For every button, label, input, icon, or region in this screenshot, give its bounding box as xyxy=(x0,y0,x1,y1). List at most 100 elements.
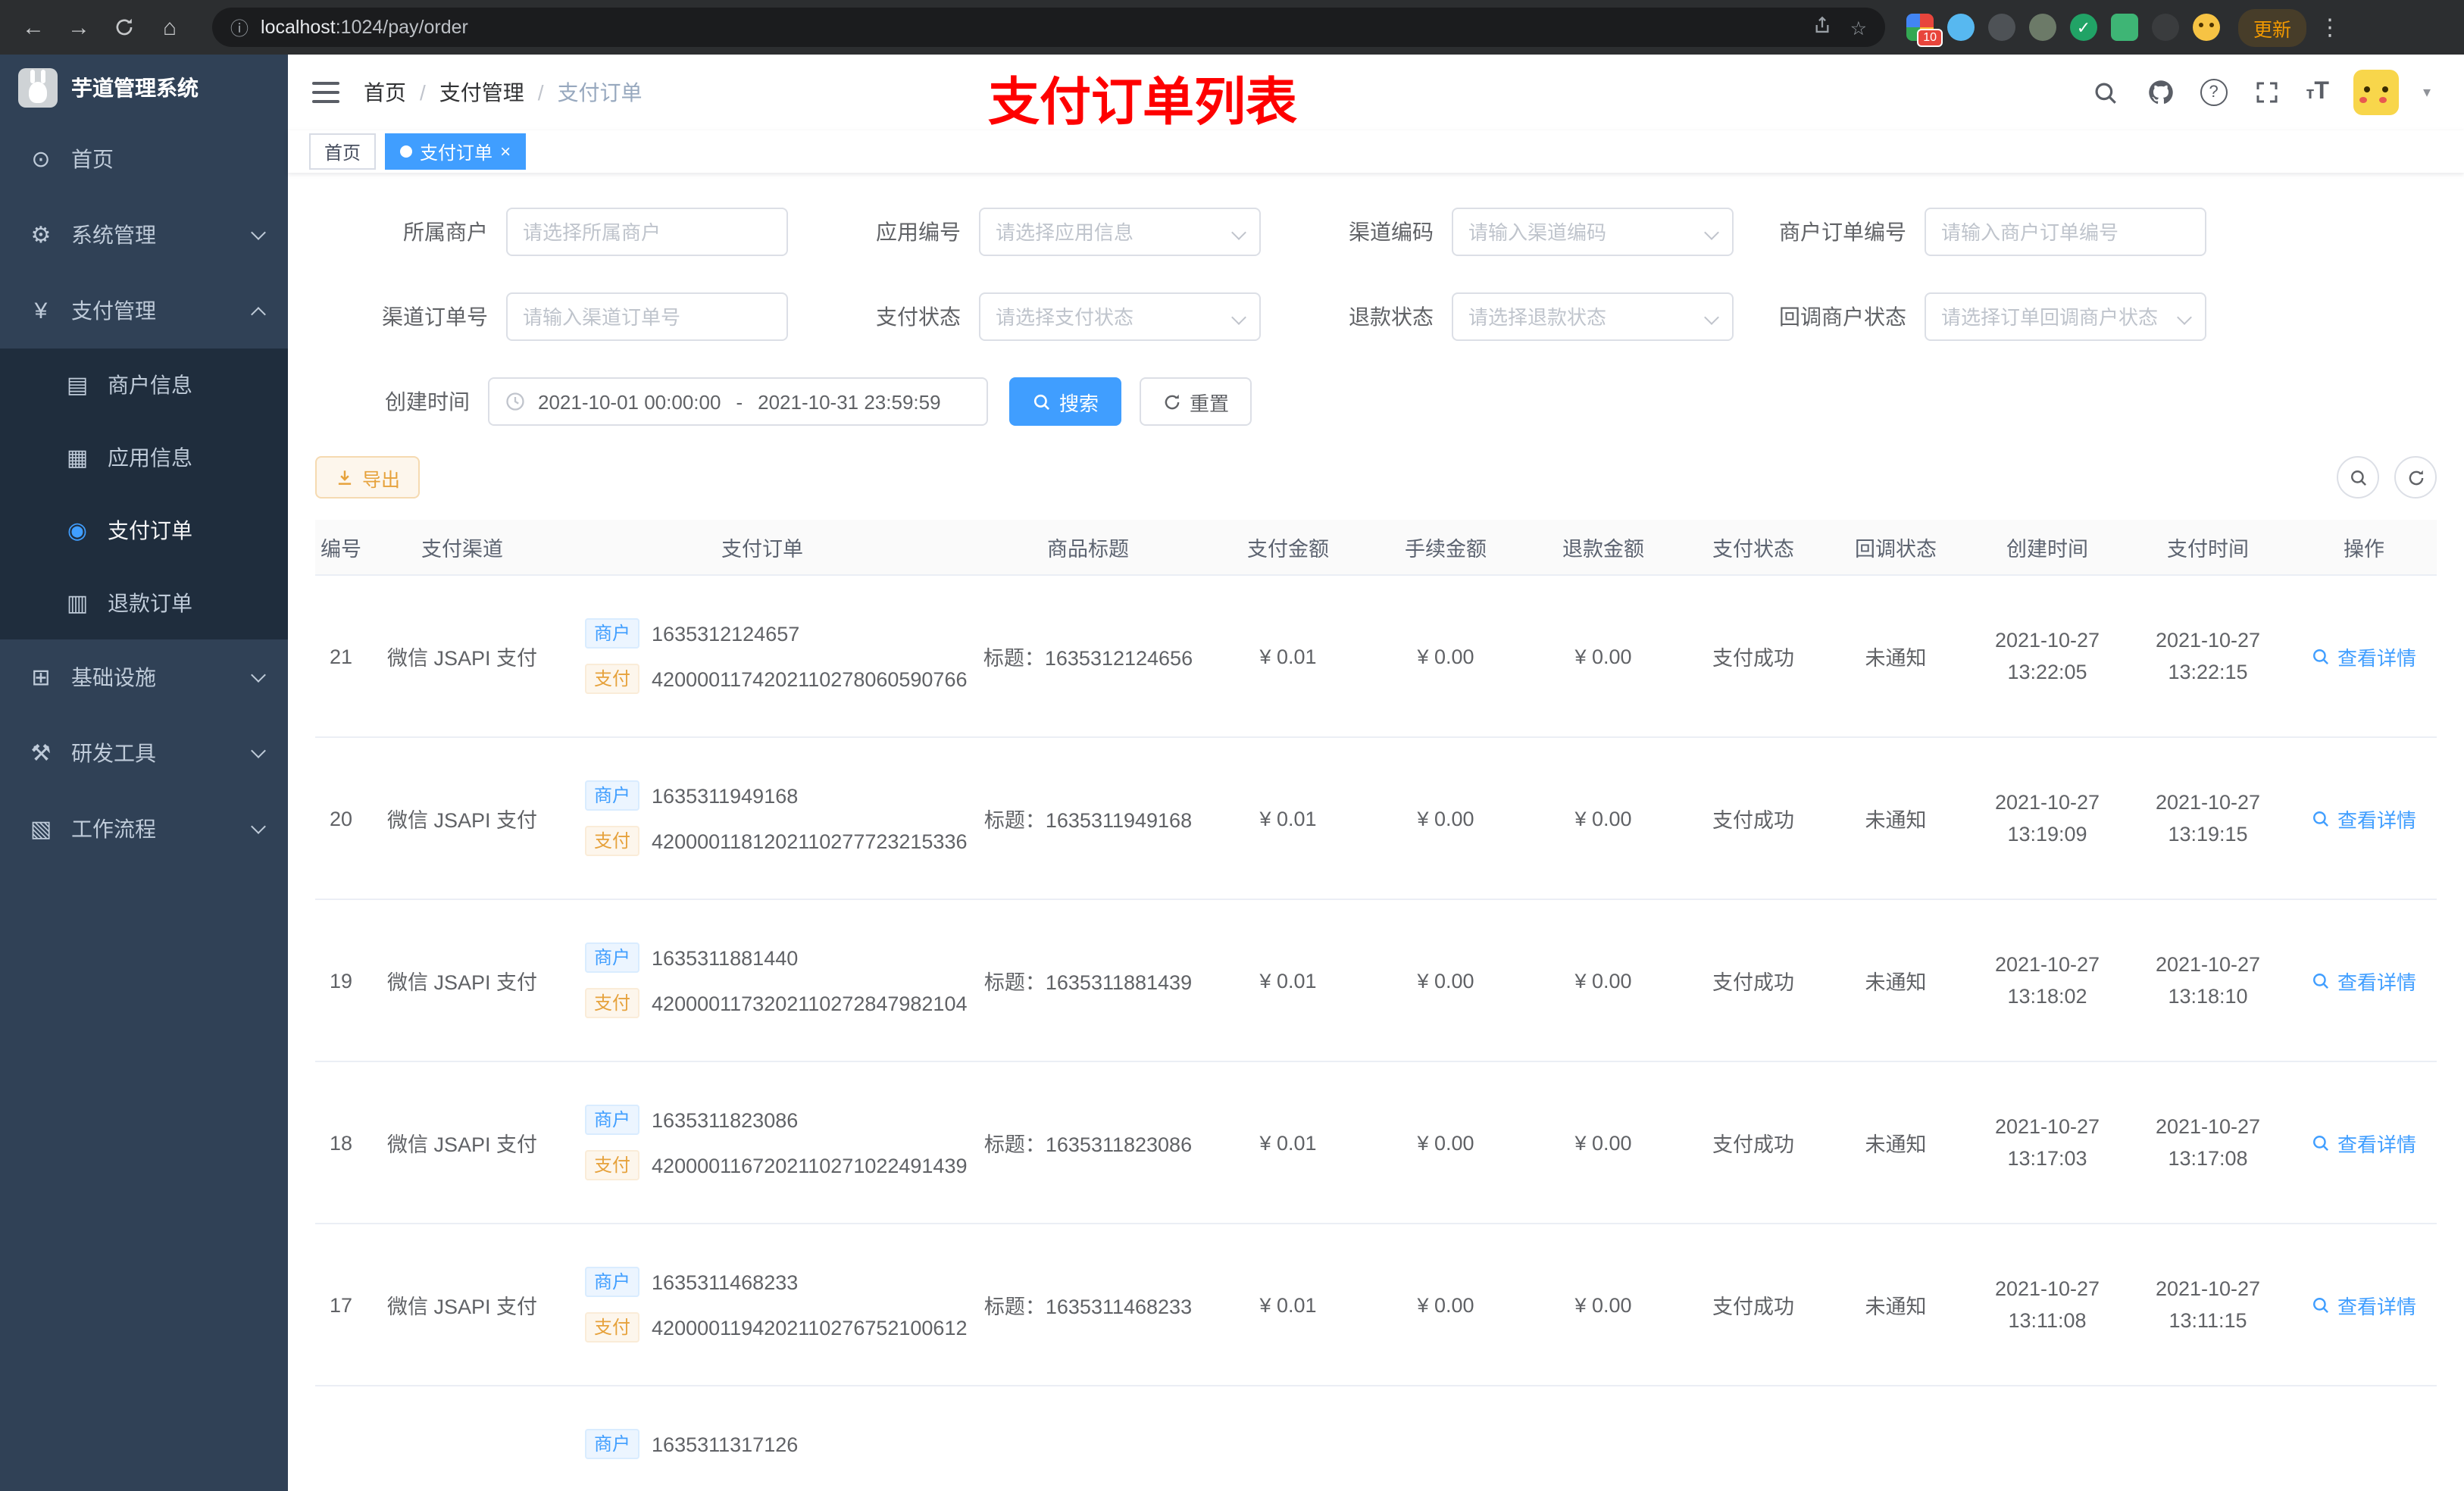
refund-status-select[interactable] xyxy=(1453,294,1732,339)
view-detail-link[interactable]: 查看详情 xyxy=(2312,804,2416,833)
fullscreen-icon[interactable] xyxy=(2252,77,2282,108)
browser-menu-icon[interactable]: ⋮ xyxy=(2319,14,2341,41)
refresh-table-button[interactable] xyxy=(2394,456,2437,499)
github-icon[interactable] xyxy=(2146,77,2176,108)
browser-back-icon[interactable]: ← xyxy=(15,9,52,45)
magnifier-icon xyxy=(2313,973,2329,988)
merchant-order-no: 1635311949168 xyxy=(652,784,799,807)
download-icon xyxy=(338,470,352,484)
cell-order: 商户 1635312124657 支付 42000011742021102780… xyxy=(558,575,967,738)
view-detail-link[interactable]: 查看详情 xyxy=(2312,1290,2416,1319)
channel-code-select[interactable] xyxy=(1453,209,1732,255)
search-icon[interactable] xyxy=(2091,77,2122,108)
help-icon[interactable]: ? xyxy=(2200,79,2228,106)
cell-notify-status: 未通知 xyxy=(1825,737,1967,900)
cell-order: 商户 1635311823086 支付 42000011672021102710… xyxy=(558,1061,967,1224)
merchant-order-no-input[interactable] xyxy=(1926,209,2205,255)
tools-icon: ⚒ xyxy=(30,741,52,767)
view-detail-link[interactable]: 查看详情 xyxy=(2312,642,2416,670)
payment-submenu: ▤ 商户信息 ▦ 应用信息 ◉ 支付订单 ▥ 退款订单 xyxy=(0,349,288,639)
extension-bird-icon[interactable] xyxy=(2152,14,2179,41)
cell-order: 商户 1635311949168 支付 42000011812021102777… xyxy=(558,737,967,900)
extension-grid-icon[interactable]: 10 xyxy=(1906,14,1943,47)
search-button[interactable]: 搜索 xyxy=(1009,377,1122,426)
share-icon[interactable] xyxy=(1812,15,1832,39)
cell-pay-amount: ¥ 0.01 xyxy=(1209,737,1367,900)
orders-table: 编号 支付渠道 支付订单 商品标题 支付金额 手续金额 退款金额 支付状态 回调… xyxy=(315,520,2437,1491)
date-end: 2021-10-31 23:59:59 xyxy=(758,390,941,413)
extensions-area: 10 ✓ xyxy=(1906,14,2220,47)
gear-icon: ⚙ xyxy=(30,223,52,248)
sidebar-item-pay-order[interactable]: ◉ 支付订单 xyxy=(0,494,288,567)
browser-forward-icon[interactable]: → xyxy=(61,9,97,45)
table-header-row: 编号 支付渠道 支付订单 商品标题 支付金额 手续金额 退款金额 支付状态 回调… xyxy=(315,520,2437,576)
clock-icon xyxy=(506,392,524,411)
extension-blue-icon[interactable] xyxy=(1947,14,1975,41)
browser-profile-avatar[interactable] xyxy=(2193,14,2220,41)
merchant-order-no: 1635311468233 xyxy=(652,1271,799,1293)
toggle-search-button[interactable] xyxy=(2337,456,2379,499)
tag-pay-order[interactable]: 支付订单 × xyxy=(385,133,527,170)
create-time-range-picker[interactable]: 2021-10-01 00:00:00 - 2021-10-31 23:59:5… xyxy=(488,377,988,426)
collapse-sidebar-icon[interactable] xyxy=(312,82,339,103)
address-bar[interactable]: ⓘ localhost:1024/pay/order ☆ xyxy=(212,8,1885,47)
refresh-icon xyxy=(2408,469,2423,485)
cell-id: 20 xyxy=(315,737,367,900)
bookmark-star-icon[interactable]: ☆ xyxy=(1850,16,1867,39)
sidebar-item-infrastructure[interactable]: ⊞ 基础设施 xyxy=(0,639,288,715)
export-button[interactable]: 导出 xyxy=(315,456,421,499)
sidebar-item-payment[interactable]: ¥ 支付管理 xyxy=(0,273,288,349)
browser-reload-icon[interactable] xyxy=(106,9,142,45)
pay-order-line: 支付 4200001173202110272847982104 xyxy=(585,985,967,1021)
extension-vue-icon[interactable]: ✓ xyxy=(2070,14,2097,41)
page-content: 所属商户 应用编号 渠道编码 商户订单编号 xyxy=(288,173,2464,1491)
cell-fee-amount: ¥ 0.00 xyxy=(1367,1224,1524,1386)
cell-create-time xyxy=(1967,1386,2128,1491)
cell-order: 商户 1635311881440 支付 42000011732021102728… xyxy=(558,899,967,1062)
extension-chat-icon[interactable] xyxy=(2111,14,2138,41)
cell-fee-amount: ¥ 0.00 xyxy=(1367,575,1524,738)
sidebar-item-merchant-info[interactable]: ▤ 商户信息 xyxy=(0,349,288,421)
cell-actions: 查看详情 xyxy=(2288,1386,2437,1491)
view-detail-link[interactable]: 查看详情 xyxy=(2312,1128,2416,1157)
cell-pay-status: 支付成功 xyxy=(1682,737,1825,900)
extension-olive-icon[interactable] xyxy=(2029,14,2056,41)
sidebar-item-system[interactable]: ⚙ 系统管理 xyxy=(0,197,288,273)
merchant-select-input[interactable] xyxy=(508,209,786,255)
pay-order-line: 支付 4200001194202110276752100612 xyxy=(585,1309,967,1346)
notify-status-select[interactable] xyxy=(1926,294,2205,339)
sidebar-item-refund-order[interactable]: ▥ 退款订单 xyxy=(0,567,288,639)
merchant-order-line: 商户 1635312124657 xyxy=(585,615,958,652)
cell-title xyxy=(967,1386,1209,1491)
sidebar-item-app-info[interactable]: ▦ 应用信息 xyxy=(0,421,288,494)
font-size-icon[interactable]: тT xyxy=(2306,79,2329,106)
pay-status-select[interactable] xyxy=(980,294,1259,339)
cell-channel: 微信 JSAPI 支付 xyxy=(367,899,558,1062)
cell-pay-amount: ¥ 0.01 xyxy=(1209,1061,1367,1224)
cell-notify-status xyxy=(1825,1386,1967,1491)
browser-home-icon[interactable]: ⌂ xyxy=(152,9,188,45)
tag-home[interactable]: 首页 xyxy=(309,133,377,170)
user-avatar[interactable] xyxy=(2353,70,2399,115)
page-annotation: 支付订单列表 xyxy=(988,74,1297,132)
sidebar-item-workflow[interactable]: ▧ 工作流程 xyxy=(0,791,288,867)
reset-button[interactable]: 重置 xyxy=(1140,377,1252,426)
merchant-order-line: 商户 1635311949168 xyxy=(585,777,958,814)
merchant-order-no: 1635312124657 xyxy=(652,622,800,645)
extension-dark-icon[interactable] xyxy=(1988,14,2015,41)
avatar-caret-icon[interactable]: ▾ xyxy=(2423,84,2431,101)
sidebar-item-dev-tools[interactable]: ⚒ 研发工具 xyxy=(0,715,288,791)
site-info-icon[interactable]: ⓘ xyxy=(230,14,249,40)
cell-actions: 查看详情 xyxy=(2288,575,2437,738)
close-tag-icon[interactable]: × xyxy=(500,142,511,161)
cell-pay-time: 2021-10-27 13:11:15 xyxy=(2128,1224,2288,1386)
breadcrumb-home[interactable]: 首页 xyxy=(364,77,406,108)
sidebar-item-home[interactable]: ⊙ 首页 xyxy=(0,121,288,197)
chevron-down-icon xyxy=(251,225,266,240)
merchant-order-line: 商户 1635311317126 xyxy=(585,1426,958,1462)
browser-update-button[interactable]: 更新 xyxy=(2238,8,2307,46)
app-id-select[interactable] xyxy=(980,209,1259,255)
breadcrumb-payment[interactable]: 支付管理 xyxy=(439,77,524,108)
view-detail-link[interactable]: 查看详情 xyxy=(2312,966,2416,995)
channel-order-no-input[interactable] xyxy=(508,294,786,339)
